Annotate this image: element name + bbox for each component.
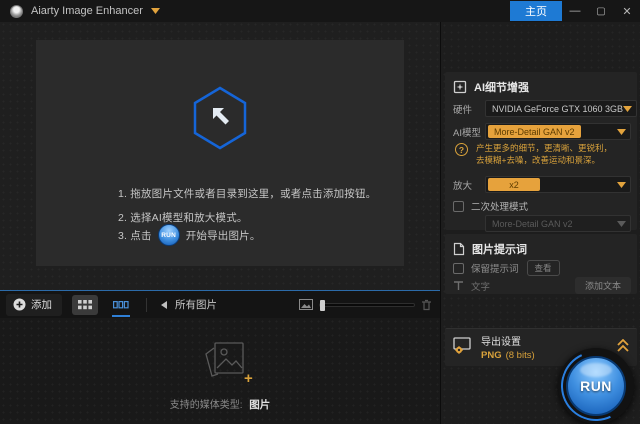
- home-button[interactable]: 主页: [510, 1, 562, 21]
- text-label: 文字: [471, 279, 490, 293]
- hardware-label: 硬件: [453, 102, 485, 116]
- add-text-button: 添加文本: [575, 277, 631, 294]
- prompt-section-title: 图片提示词: [472, 241, 527, 257]
- secondary-mode-checkbox[interactable]: [453, 201, 464, 212]
- app-window: Aiarty Image Enhancer 主页 — ▢ ✕ 1. 拖放图片文件…: [0, 0, 640, 424]
- empty-images-placeholder-icon: +: [198, 338, 254, 384]
- add-button-label: 添加: [31, 297, 52, 312]
- settings-panel: AI细节增强 硬件 NVIDIA GeForce GTX 1060 3GB AI…: [440, 22, 640, 424]
- add-button[interactable]: 添加: [6, 294, 62, 316]
- active-view-underline: [112, 315, 130, 317]
- add-plus-icon: +: [244, 370, 253, 387]
- chevron-down-icon: [617, 129, 626, 135]
- scale-selected-pill: x2: [488, 178, 540, 191]
- supported-media-prefix: 支持的媒体类型:: [170, 400, 243, 411]
- all-images-label: 所有图片: [175, 297, 217, 312]
- chevron-down-icon: [617, 182, 626, 188]
- grid-view-toggle[interactable]: [72, 295, 98, 315]
- thumbnail-size-slider[interactable]: [319, 303, 415, 307]
- secondary-model-dropdown: More-Detail GAN v2: [485, 215, 631, 232]
- hexagon-cursor-icon: [191, 86, 249, 150]
- model-hint-line1: 产生更多的细节，更清晰、更锐利，: [476, 143, 612, 153]
- minimize-button[interactable]: —: [562, 0, 588, 22]
- ai-model-selected-pill: More-Detail GAN v2: [488, 125, 581, 138]
- title-dropdown-icon[interactable]: [151, 8, 160, 14]
- model-hint-line2: 去模糊+去噪，改善运动和景深。: [476, 155, 600, 165]
- image-drop-zone[interactable]: 1. 拖放图片文件或者目录到这里，或者点击添加按钮。 2. 选择AI模型和放大模…: [36, 40, 404, 266]
- ai-enhance-section: AI细节增强 硬件 NVIDIA GeForce GTX 1060 3GB AI…: [445, 72, 637, 230]
- ai-model-dropdown[interactable]: More-Detail GAN v2: [485, 123, 631, 140]
- export-bits-value: (8 bits): [506, 350, 535, 361]
- all-images-filter[interactable]: 所有图片: [159, 297, 217, 312]
- instruction-step-3-suffix: 开始导出图片。: [186, 228, 261, 243]
- enhance-section-title: AI细节增强: [474, 79, 529, 95]
- run-button-bezel: RUN: [558, 348, 634, 424]
- filmstrip-view-toggle[interactable]: [108, 295, 134, 315]
- chevron-down-icon: [617, 221, 626, 227]
- scale-label: 放大: [453, 178, 485, 192]
- trash-icon[interactable]: [421, 299, 432, 311]
- export-format: PNG (8 bits): [481, 350, 535, 361]
- supported-media-text: 支持的媒体类型: 图片: [0, 396, 440, 412]
- model-hint-text: 产生更多的细节，更清晰、更锐利， 去模糊+去噪，改善运动和景深。: [476, 143, 612, 166]
- image-list-area[interactable]: + 支持的媒体类型: 图片: [0, 318, 440, 424]
- instruction-step-1: 1. 拖放图片文件或者目录到这里，或者点击添加按钮。: [118, 186, 376, 201]
- run-button[interactable]: RUN: [566, 356, 626, 416]
- title-bar: Aiarty Image Enhancer 主页 — ▢ ✕: [0, 0, 640, 22]
- filmstrip-view-icon: [113, 301, 129, 309]
- hardware-value: NVIDIA GeForce GTX 1060 3GB: [492, 104, 623, 114]
- main-area: 1. 拖放图片文件或者目录到这里，或者点击添加按钮。 2. 选择AI模型和放大模…: [0, 22, 440, 290]
- view-prompt-button[interactable]: 查看: [527, 260, 560, 276]
- app-title: Aiarty Image Enhancer: [31, 5, 143, 17]
- instruction-step-3-prefix: 3. 点击: [118, 228, 152, 243]
- instruction-step-2: 2. 选择AI模型和放大模式。: [118, 210, 248, 225]
- app-logo-icon: [10, 5, 23, 18]
- scale-value: x2: [509, 180, 519, 190]
- close-button[interactable]: ✕: [614, 0, 640, 22]
- model-hint: ? 产生更多的细节，更清晰、更锐利， 去模糊+去噪，改善运动和景深。: [453, 143, 633, 166]
- secondary-model-value: More-Detail GAN v2: [492, 219, 617, 229]
- run-badge-icon: RUN: [158, 224, 180, 246]
- slider-handle[interactable]: [320, 300, 325, 311]
- image-prompt-section: 图片提示词 保留提示词 查看 文字 添加文本: [445, 234, 637, 294]
- ai-model-value: More-Detail GAN v2: [494, 127, 575, 137]
- grid-view-icon: [78, 300, 92, 310]
- back-arrow-icon: [159, 300, 169, 310]
- help-icon[interactable]: ?: [455, 143, 468, 156]
- document-icon: [453, 242, 465, 256]
- maximize-button[interactable]: ▢: [588, 0, 614, 22]
- instruction-step-3: 3. 点击 RUN 开始导出图片。: [118, 224, 261, 246]
- collapse-double-chevron-icon[interactable]: [617, 339, 629, 352]
- hardware-dropdown[interactable]: NVIDIA GeForce GTX 1060 3GB: [485, 100, 637, 117]
- keep-prompt-checkbox[interactable]: [453, 263, 464, 274]
- text-filter-icon: [453, 280, 464, 291]
- supported-media-value: 图片: [249, 399, 270, 411]
- export-settings-icon: [453, 337, 473, 355]
- enhance-icon: [453, 80, 467, 94]
- export-format-value: PNG: [481, 350, 502, 361]
- plus-circle-icon: [13, 298, 26, 311]
- keep-prompt-label: 保留提示词: [471, 261, 519, 275]
- secondary-mode-label: 二次处理模式: [471, 199, 528, 213]
- ai-model-label: AI模型: [453, 125, 485, 139]
- chevron-down-icon: [623, 106, 632, 112]
- scale-dropdown[interactable]: x2: [485, 176, 631, 193]
- bottom-toolbar: 添加 所有图片: [0, 290, 440, 318]
- run-button-label: RUN: [580, 378, 612, 394]
- thumbnail-size-icon: [299, 299, 313, 310]
- toolbar-separator: [146, 298, 147, 312]
- export-section-title: 导出设置: [481, 333, 535, 348]
